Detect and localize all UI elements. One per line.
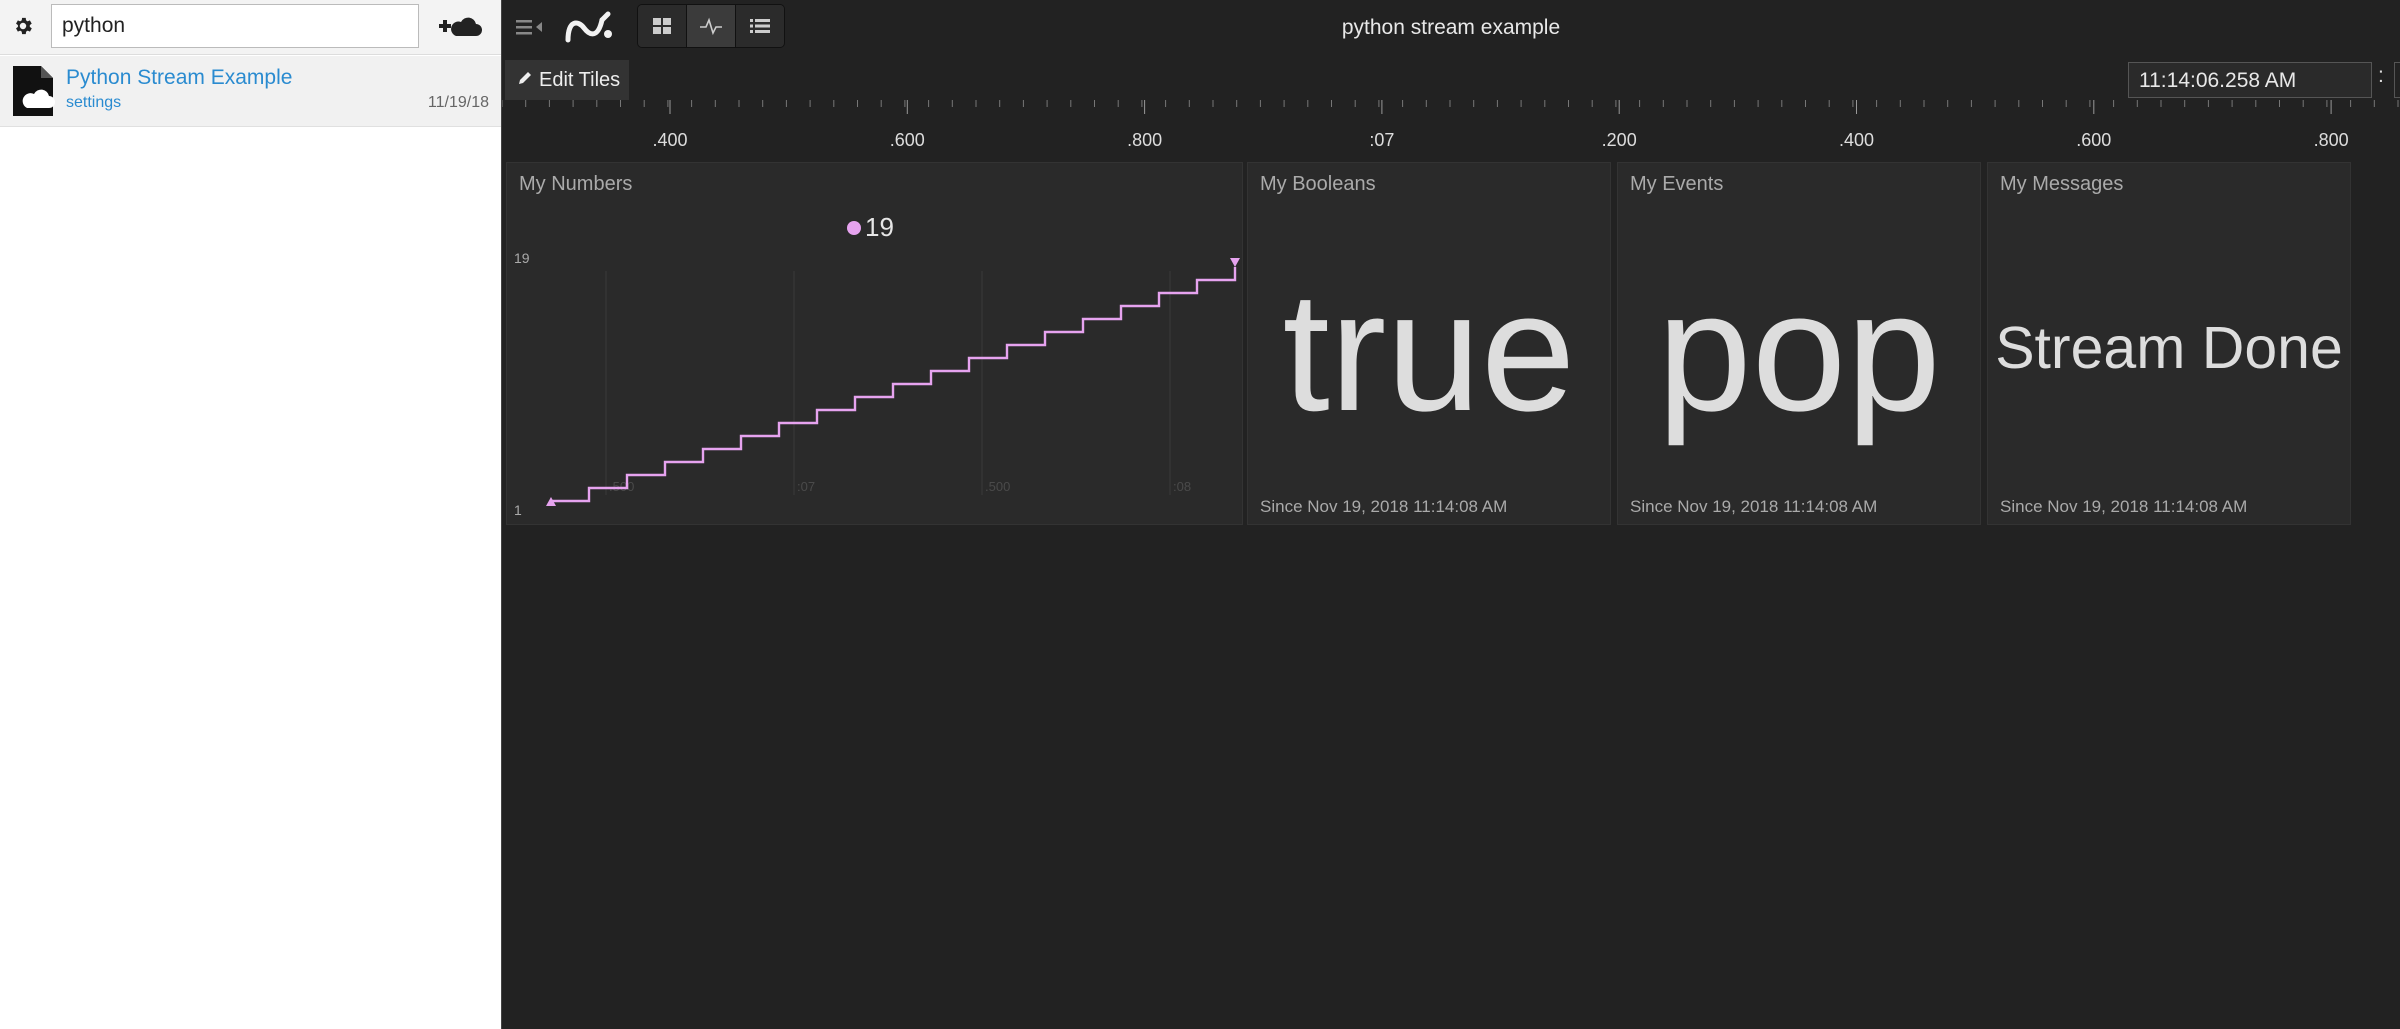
- timeline-label: .200: [1602, 130, 1637, 150]
- item-title[interactable]: Python Stream Example: [66, 66, 292, 90]
- edit-tiles-label: Edit Tiles: [539, 68, 621, 91]
- message-value: Stream Done: [1995, 315, 2343, 381]
- timeline-ruler[interactable]: .400 .600 .800 :07 .200 .400 .600 .800: [502, 100, 2400, 158]
- search-bar: [0, 0, 501, 55]
- y-min-label: 1: [514, 502, 522, 518]
- item-date: 11/19/18: [427, 94, 489, 111]
- timeline-label: .400: [652, 130, 687, 150]
- event-value: pop: [1657, 257, 1941, 447]
- main-area: python stream example Edit Tiles 11:14:0…: [502, 0, 2400, 1029]
- edit-tiles-button[interactable]: Edit Tiles: [505, 60, 629, 100]
- timeline-label: :07: [1369, 130, 1394, 150]
- tile-title: My Events: [1630, 173, 1724, 195]
- since-label: Since Nov 19, 2018 11:14:08 AM: [1260, 497, 1508, 516]
- since-label: Since Nov 19, 2018 11:14:08 AM: [1630, 497, 1878, 516]
- list-item[interactable]: Python Stream Example settings 11/19/18: [0, 56, 501, 127]
- tile-title: My Booleans: [1260, 173, 1376, 195]
- add-cloud-icon[interactable]: [436, 14, 484, 40]
- boolean-value: true: [1282, 257, 1576, 447]
- search-input[interactable]: [51, 4, 419, 48]
- tile-my-messages[interactable]: My Messages Stream Done Since Nov 19, 20…: [1987, 162, 2351, 525]
- pencil-icon: [517, 69, 533, 92]
- tile-my-booleans[interactable]: My Booleans true Since Nov 19, 2018 11:1…: [1247, 162, 1611, 525]
- x-tick-label: .500: [609, 479, 634, 494]
- time-separator: :: [2378, 64, 2384, 87]
- numbers-chart: 19 19 1 .500 :07 .500 :08: [514, 212, 1240, 518]
- timeline-label: .600: [2076, 130, 2111, 150]
- time-field[interactable]: 11:14:06.258 AM: [2128, 62, 2372, 98]
- legend-dot: [847, 221, 861, 235]
- item-settings-link[interactable]: settings: [66, 94, 121, 112]
- tile-my-events[interactable]: My Events pop Since Nov 19, 2018 11:14:0…: [1617, 162, 1981, 525]
- y-max-label: 19: [514, 250, 530, 266]
- timeline-label: .600: [890, 130, 925, 150]
- gear-icon[interactable]: [12, 15, 34, 37]
- x-tick-label: :08: [1173, 479, 1191, 494]
- timeline-label: .400: [1839, 130, 1874, 150]
- time-extra-field[interactable]: [2394, 62, 2400, 98]
- tile-my-numbers[interactable]: My Numbers 19 19 1 .500:07.500:08: [506, 162, 1243, 525]
- cloud-document-icon: [11, 64, 57, 123]
- end-marker-icon: [1230, 258, 1240, 267]
- x-tick-label: .500: [985, 479, 1010, 494]
- timeline-label: .800: [2314, 130, 2349, 150]
- x-tick-label: :07: [797, 479, 815, 494]
- timeline-label: .800: [1127, 130, 1162, 150]
- topbar: python stream example: [502, 0, 2400, 56]
- page-title: python stream example: [1341, 16, 1561, 39]
- tile-title: My Messages: [2000, 173, 2124, 195]
- sidebar: Python Stream Example settings 11/19/18: [0, 0, 502, 1029]
- since-label: Since Nov 19, 2018 11:14:08 AM: [2000, 497, 2248, 516]
- legend-value: 19: [865, 212, 894, 242]
